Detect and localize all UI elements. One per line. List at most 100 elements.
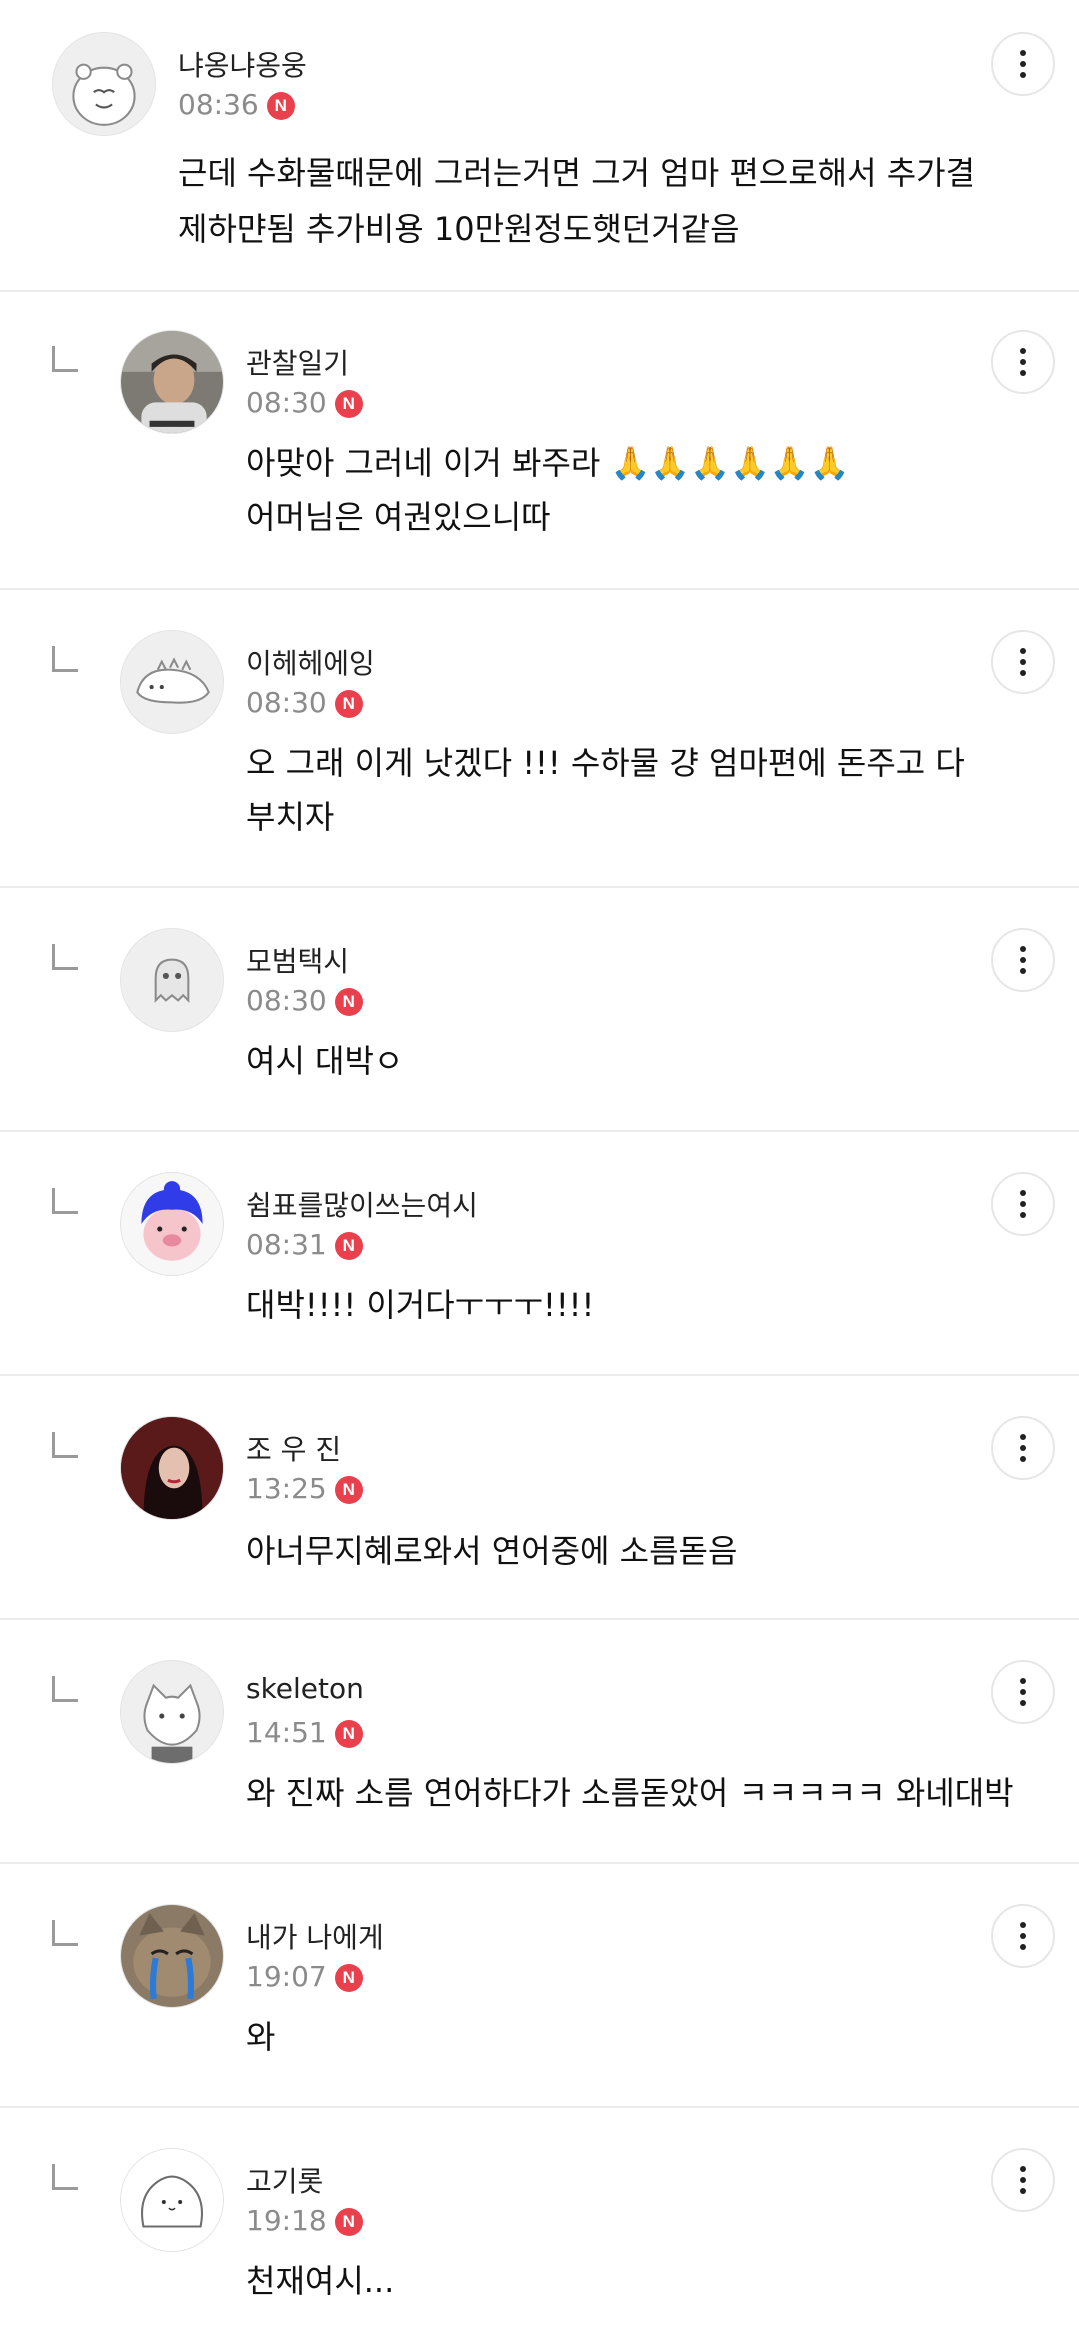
dot-icon — [1020, 1700, 1026, 1706]
comment-nickname[interactable]: 관찰일기 — [246, 342, 349, 382]
comment-item: 조 우 진 13:25 N 아너무지혜로와서 연어중에 소름돋음 — [0, 1376, 1079, 1620]
new-badge: N — [334, 690, 363, 718]
comment-timestamp: 19:18 — [246, 2204, 327, 2237]
dot-icon — [1020, 946, 1026, 952]
more-options-button[interactable] — [991, 1416, 1055, 1480]
more-options-button[interactable] — [991, 1660, 1055, 1724]
dot-icon — [1020, 1190, 1026, 1196]
dot-icon — [1020, 72, 1026, 78]
hamster-avatar-icon[interactable] — [52, 32, 156, 136]
comment-nickname[interactable]: 모범택시 — [246, 940, 349, 980]
man-photo-avatar[interactable] — [120, 330, 224, 434]
comment-nickname[interactable]: 고기롯 — [246, 2160, 323, 2200]
comment-timestamp: 13:25 — [246, 1472, 327, 1505]
comment-text-line: 부치자 — [246, 798, 335, 836]
comment-text-line: 아맞아 그러네 이거 봐주라 🙏🙏🙏🙏🙏🙏 — [246, 444, 850, 482]
comment-item: 고기롯 19:18 N 천재여시... — [0, 2108, 1079, 2344]
dot-icon — [1020, 1678, 1026, 1684]
reply-indicator-icon — [52, 1188, 78, 1214]
comment-text-line: 여시 대박ㅇ — [246, 1042, 404, 1080]
dot-icon — [1020, 1201, 1026, 1207]
cat-avatar-icon[interactable] — [120, 1660, 224, 1764]
new-badge: N — [266, 92, 295, 120]
comment-timestamp: 08:30 — [246, 984, 327, 1017]
reply-indicator-icon — [52, 346, 78, 372]
dot-icon — [1020, 50, 1026, 56]
dot-icon — [1020, 670, 1026, 676]
comment-item: 이헤헤에잉 08:30 N 오 그래 이게 낫겠다 !!! 수하물 걍 엄마편에 … — [0, 590, 1079, 888]
comment-nickname[interactable]: 이헤헤에잉 — [246, 642, 375, 682]
comment-time: 13:25 N — [246, 1472, 363, 1505]
comment-timestamp: 19:07 — [246, 1960, 327, 1993]
dot-icon — [1020, 648, 1026, 654]
new-badge: N — [334, 2208, 363, 2236]
new-badge: N — [334, 390, 363, 418]
comment-item: 내가 나에게 19:07 N 와 — [0, 1864, 1079, 2108]
comment-nickname[interactable]: 쉼표를많이쓰는여시 — [246, 1184, 478, 1224]
comment-time: 19:07 N — [246, 1960, 363, 1993]
comment-item: 쉼표를많이쓰는여시 08:31 N 대박!!!! 이거다ㅜㅜㅜ!!!! — [0, 1132, 1079, 1376]
dot-icon — [1020, 370, 1026, 376]
comment-time: 14:51 N — [246, 1716, 363, 1749]
dot-icon — [1020, 2166, 1026, 2172]
comment-text-line: 아너무지혜로와서 연어중에 소름돋음 — [246, 1532, 738, 1570]
dot-icon — [1020, 659, 1026, 665]
comment-item: 모범택시 08:30 N 여시 대박ㅇ — [0, 888, 1079, 1132]
reply-indicator-icon — [52, 646, 78, 672]
reply-indicator-icon — [52, 944, 78, 970]
new-badge: N — [334, 1720, 363, 1748]
comment-time: 08:36 N — [178, 88, 295, 121]
more-options-button[interactable] — [991, 630, 1055, 694]
comment-nickname[interactable]: 내가 나에게 — [246, 1916, 384, 1956]
more-options-button[interactable] — [991, 2148, 1055, 2212]
comment-timestamp: 08:31 — [246, 1228, 327, 1261]
more-options-button[interactable] — [991, 928, 1055, 992]
new-badge: N — [334, 1476, 363, 1504]
woman-photo-avatar[interactable] — [120, 1416, 224, 1520]
more-options-button[interactable] — [991, 330, 1055, 394]
crying-cat-photo-avatar[interactable] — [120, 1904, 224, 2008]
ghost-avatar-icon[interactable] — [120, 928, 224, 1032]
reply-indicator-icon — [52, 1432, 78, 1458]
reply-indicator-icon — [52, 2164, 78, 2190]
comment-timestamp: 08:30 — [246, 686, 327, 719]
dot-icon — [1020, 968, 1026, 974]
more-options-button[interactable] — [991, 1172, 1055, 1236]
dot-icon — [1020, 1212, 1026, 1218]
new-badge: N — [334, 1232, 363, 1260]
blob-avatar-icon[interactable] — [120, 2148, 224, 2252]
dot-icon — [1020, 1689, 1026, 1695]
comment-nickname[interactable]: skeleton — [246, 1672, 364, 1705]
new-badge: N — [334, 988, 363, 1016]
comment-time: 08:31 N — [246, 1228, 363, 1261]
comment-list: 냐옹냐옹웅 08:36 N 근데 수화물때문에 그러는거면 그거 엄마 편으로해서… — [0, 0, 1079, 2344]
dot-icon — [1020, 1445, 1026, 1451]
reply-indicator-icon — [52, 1920, 78, 1946]
comment-item: 냐옹냐옹웅 08:36 N 근데 수화물때문에 그러는거면 그거 엄마 편으로해서… — [0, 0, 1079, 292]
more-options-button[interactable] — [991, 32, 1055, 96]
dot-icon — [1020, 2177, 1026, 2183]
dot-icon — [1020, 1456, 1026, 1462]
more-options-button[interactable] — [991, 1904, 1055, 1968]
reply-indicator-icon — [52, 1676, 78, 1702]
comment-text-line: 근데 수화물때문에 그러는거면 그거 엄마 편으로해서 추가결 — [178, 154, 976, 192]
dot-icon — [1020, 61, 1026, 67]
dinosaur-avatar-icon[interactable] — [120, 630, 224, 734]
comment-timestamp: 08:30 — [246, 386, 327, 419]
comment-text-line: 제하먄됨 추가비용 10만원정도햇던거같음 — [178, 210, 740, 248]
comment-time: 08:30 N — [246, 386, 363, 419]
comment-item: 관찰일기 08:30 N 아맞아 그러네 이거 봐주라 🙏🙏🙏🙏🙏🙏 어머님은 여… — [0, 292, 1079, 590]
comment-text-line: 와 진짜 소름 연어하다가 소름돋았어 ㅋㅋㅋㅋㅋ 와네대박 — [246, 1774, 1014, 1812]
comment-text-line: 대박!!!! 이거다ㅜㅜㅜ!!!! — [246, 1286, 595, 1324]
comment-text-line: 천재여시... — [246, 2262, 395, 2300]
comment-nickname[interactable]: 조 우 진 — [246, 1428, 341, 1468]
comment-timestamp: 08:36 — [178, 88, 259, 121]
comment-nickname[interactable]: 냐옹냐옹웅 — [178, 44, 307, 84]
dot-icon — [1020, 348, 1026, 354]
dot-icon — [1020, 957, 1026, 963]
dot-icon — [1020, 1922, 1026, 1928]
new-badge: N — [334, 1964, 363, 1992]
comment-item: skeleton 14:51 N 와 진짜 소름 연어하다가 소름돋았어 ㅋㅋㅋㅋ… — [0, 1620, 1079, 1864]
pig-girl-avatar-icon[interactable] — [120, 1172, 224, 1276]
comment-text-line: 오 그래 이게 낫겠다 !!! 수하물 걍 엄마편에 돈주고 다 — [246, 744, 965, 782]
